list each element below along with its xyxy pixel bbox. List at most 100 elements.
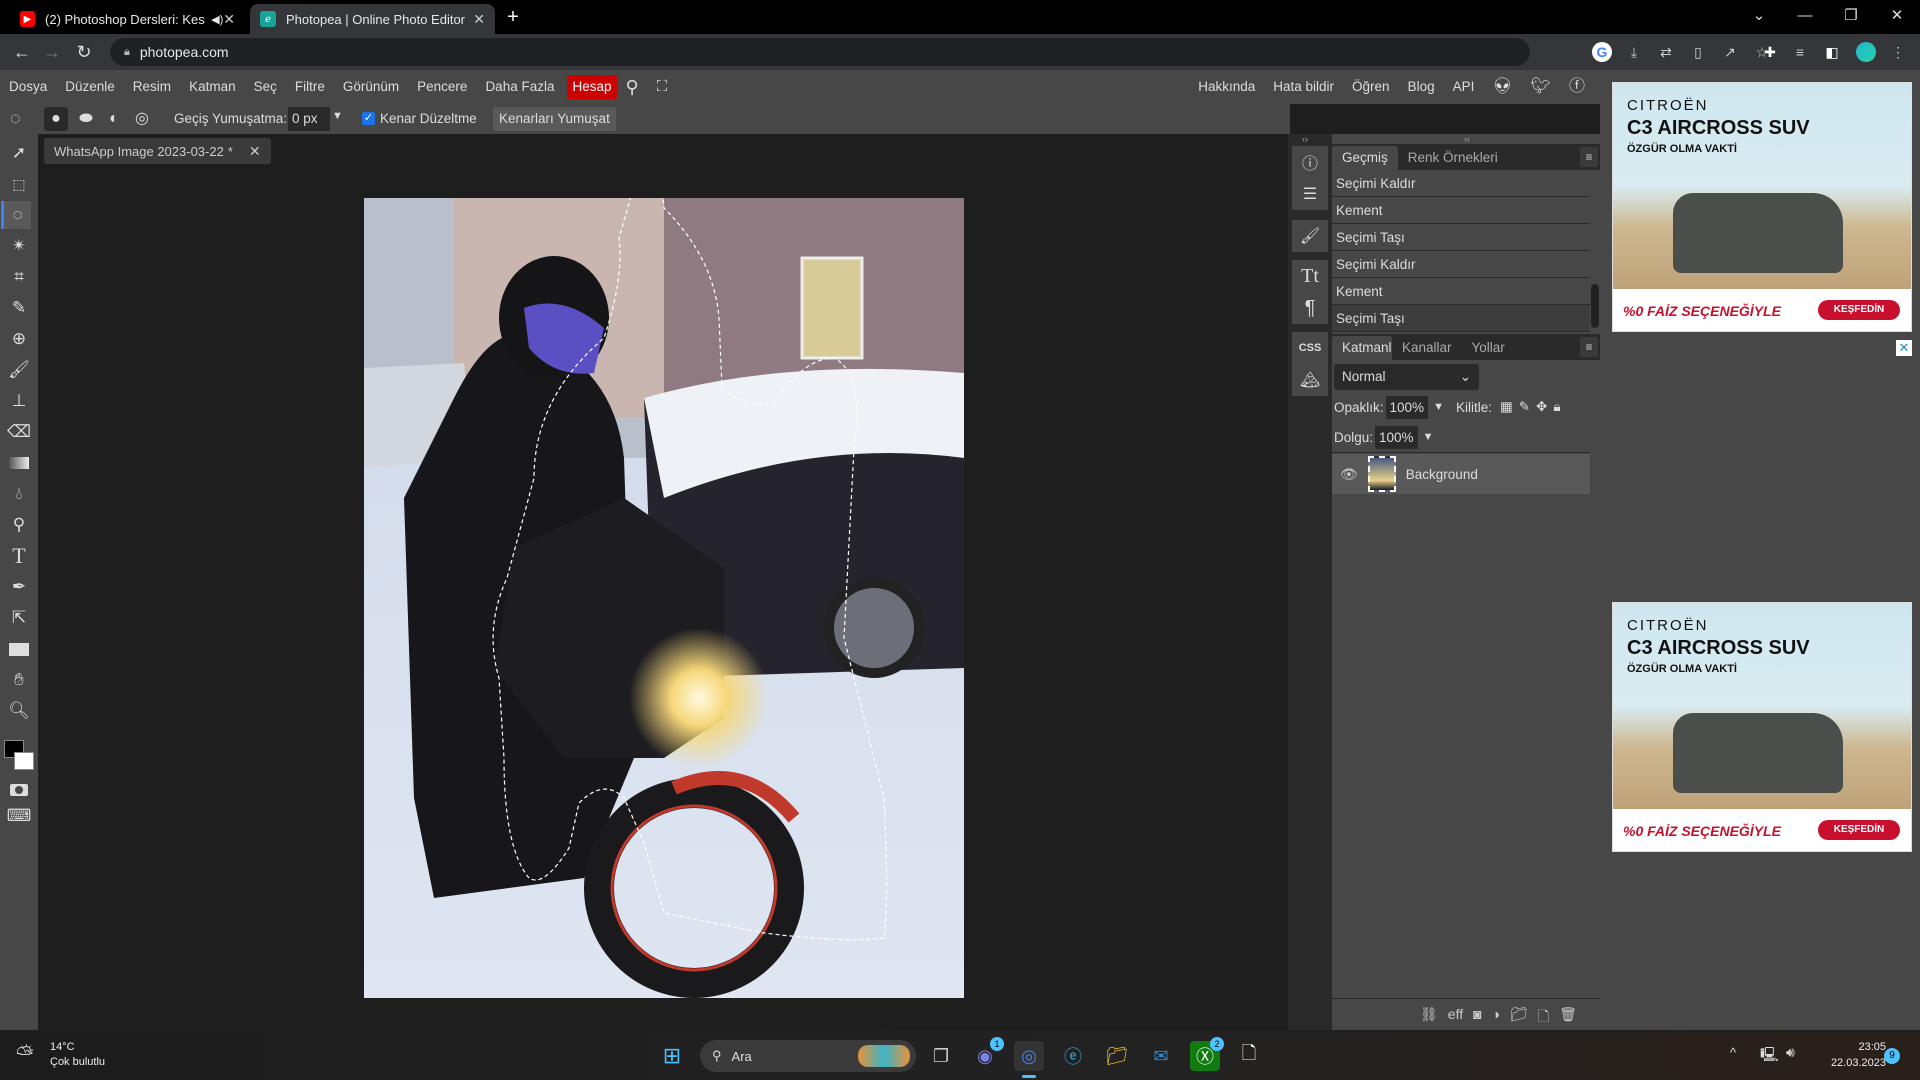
tab-search-icon[interactable]: ⌄ — [1736, 0, 1782, 30]
eye-visibility-icon[interactable]: 👁︎ — [1340, 466, 1358, 483]
dodge-tool-icon[interactable]: ⚲ — [4, 511, 34, 539]
facebook-icon[interactable]: ⓕ — [1560, 75, 1594, 99]
gradient-tool-icon[interactable] — [4, 449, 34, 477]
translate-icon[interactable]: ⇄ — [1656, 42, 1676, 62]
menu-layer[interactable]: Katman — [180, 75, 245, 99]
document-tab[interactable]: WhatsApp Image 2023-03-22 * ✕ — [44, 138, 271, 164]
link-learn[interactable]: Öğren — [1343, 75, 1399, 99]
layer-row-background[interactable]: 👁︎ Background — [1332, 454, 1590, 494]
canvas-area[interactable]: WhatsApp Image 2023-03-22 * ✕ — [38, 134, 1288, 1030]
blur-tool-icon[interactable]: 💧︎ — [4, 480, 34, 508]
fill-input[interactable]: 100% — [1375, 425, 1418, 449]
tab-swatches[interactable]: Renk Örnekleri — [1398, 146, 1508, 170]
crop-tool-icon[interactable]: ⌗ — [4, 263, 34, 291]
blend-mode-select[interactable]: Normal ⌄ — [1334, 364, 1479, 390]
image-icon[interactable]: 🏔︎ — [1292, 364, 1328, 396]
history-item[interactable]: Seçimi Taşı — [1332, 224, 1590, 251]
notepad-icon[interactable]: 🗋 — [1234, 1041, 1264, 1071]
path-select-tool-icon[interactable]: ⇱ — [4, 604, 34, 632]
tab-paths[interactable]: Yollar — [1462, 336, 1515, 360]
new-group-icon[interactable]: 📁︎ — [1510, 1006, 1528, 1030]
share-icon[interactable]: ↗ — [1720, 42, 1740, 62]
menu-account[interactable]: Hesap — [567, 75, 617, 99]
forward-button[interactable]: → — [40, 40, 64, 64]
opacity-input[interactable]: 100% — [1385, 395, 1429, 419]
checkbox-checked-icon[interactable]: ✓ — [362, 112, 375, 125]
url-input[interactable]: 🔒︎ photopea.com — [110, 38, 1530, 66]
install-icon[interactable]: ⤓ — [1624, 42, 1644, 62]
keyboard-icon[interactable]: ⌨ — [4, 802, 34, 830]
fullscreen-icon[interactable]: ⛶ — [648, 75, 677, 99]
opacity-dropdown-icon[interactable]: ▼ — [1433, 401, 1444, 413]
fill-dropdown-icon[interactable]: ▼ — [1423, 431, 1434, 443]
selection-add-icon[interactable]: ⬬ — [74, 107, 98, 131]
sidepanel-icon[interactable]: ◧ — [1822, 42, 1842, 62]
eyedropper-tool-icon[interactable]: ✎ — [4, 294, 34, 322]
browser-tab-youtube[interactable]: ▶ (2) Photoshop Dersleri: Kesm ◀) ✕ — [10, 4, 245, 34]
menu-icon[interactable]: ⋮ — [1888, 42, 1908, 62]
history-scrollbar[interactable] — [1591, 284, 1599, 328]
history-item[interactable]: Kement — [1332, 197, 1590, 224]
paragraph-icon[interactable]: ¶ — [1292, 292, 1328, 324]
reload-button[interactable]: ↻ — [72, 40, 96, 64]
feather-input[interactable]: 0 px — [288, 107, 330, 131]
brush-settings-icon[interactable]: 🖌︎ — [1292, 220, 1328, 252]
history-item[interactable]: Seçimi Kaldır — [1332, 170, 1590, 197]
volume-icon[interactable]: 🔊︎ — [1786, 1044, 1795, 1061]
media-icon[interactable]: ≡ — [1790, 42, 1810, 62]
lasso-tool-icon[interactable]: ◌ — [1, 201, 31, 229]
restore-button[interactable]: ❐ — [1828, 0, 1874, 30]
selection-intersect-icon[interactable]: ◎ — [130, 107, 154, 131]
refine-edge-button[interactable]: Kenarları Yumuşat — [493, 107, 616, 131]
edge-icon[interactable]: ⓔ — [1058, 1041, 1088, 1071]
ad-banner[interactable]: CITROËN C3 AIRCROSS SUV ÖZGÜR OLMA VAKTİ… — [1612, 602, 1912, 852]
effects-icon[interactable]: eff — [1448, 1006, 1463, 1030]
history-item[interactable]: Kement — [1332, 278, 1590, 305]
character-icon[interactable]: Tt — [1292, 260, 1328, 292]
menu-view[interactable]: Görünüm — [334, 75, 408, 99]
background-color-swatch[interactable] — [14, 752, 34, 770]
link-api[interactable]: API — [1444, 75, 1484, 99]
info-icon[interactable]: ⓘ — [1292, 146, 1328, 178]
move-tool-icon[interactable]: ➚ — [4, 139, 34, 167]
search-icon[interactable]: ⚲ — [617, 75, 648, 99]
css-icon[interactable]: CSS — [1292, 332, 1328, 364]
file-explorer-icon[interactable]: 📁︎ — [1102, 1041, 1132, 1071]
ad-cta-button[interactable]: KEŞFEDİN — [1818, 300, 1900, 320]
task-view-icon[interactable]: ❐ — [926, 1041, 956, 1071]
twitter-icon[interactable]: 🐦︎ — [1522, 75, 1560, 99]
mail-icon[interactable]: ✉ — [1146, 1041, 1176, 1071]
adjustment-layer-icon[interactable]: ◑ — [1492, 1006, 1500, 1030]
clock-time[interactable]: 23:05 — [1836, 1041, 1886, 1053]
close-document-icon[interactable]: ✕ — [249, 143, 261, 160]
lock-pixels-icon[interactable]: ✎ — [1519, 399, 1530, 415]
show-hidden-icons[interactable]: ^ — [1730, 1045, 1736, 1060]
ad-close-icon[interactable]: ✕ — [1896, 340, 1912, 356]
menu-image[interactable]: Resim — [124, 75, 180, 99]
ad-cta-button[interactable]: KEŞFEDİN — [1818, 820, 1900, 840]
chrome-icon[interactable]: ◎ — [1014, 1041, 1044, 1071]
selection-subtract-icon[interactable]: ◐ — [102, 107, 126, 131]
browser-tab-photopea[interactable]: ℯ Photopea | Online Photo Editor ✕ — [250, 4, 495, 34]
menu-edit[interactable]: Düzenle — [56, 75, 124, 99]
menu-window[interactable]: Pencere — [408, 75, 476, 99]
notification-badge[interactable]: 9 — [1884, 1048, 1900, 1064]
magic-wand-tool-icon[interactable]: ✴ — [4, 232, 34, 260]
menu-filter[interactable]: Filtre — [286, 75, 334, 99]
page-icon[interactable]: ▯ — [1688, 42, 1708, 62]
start-button[interactable]: ⊞ — [657, 1041, 687, 1071]
lock-position-icon[interactable]: ✥ — [1536, 399, 1547, 415]
healing-tool-icon[interactable]: ⊕ — [4, 325, 34, 353]
collapse-arrows-icon[interactable]: ‹› — [1302, 134, 1308, 144]
tab-channels[interactable]: Kanallar — [1392, 336, 1462, 360]
network-icon[interactable]: 🖳 — [1760, 1044, 1779, 1068]
antialias-checkbox[interactable]: ✓ Kenar Düzeltme — [362, 111, 477, 126]
back-button[interactable]: ← — [10, 40, 34, 64]
tab-history[interactable]: Geçmiş — [1332, 146, 1398, 170]
menu-more[interactable]: Daha Fazla — [476, 75, 563, 99]
link-about[interactable]: Hakkında — [1189, 75, 1264, 99]
close-window-button[interactable]: ✕ — [1874, 0, 1920, 30]
reddit-icon[interactable]: 👽︎ — [1483, 75, 1521, 99]
zoom-tool-icon[interactable]: 🔍︎ — [4, 697, 34, 725]
menu-select[interactable]: Seç — [245, 75, 286, 99]
